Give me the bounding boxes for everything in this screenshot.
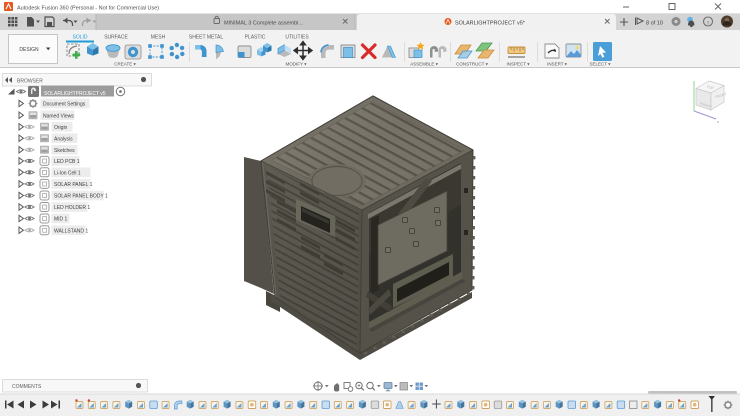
svg-text:MODIFY ▾: MODIFY ▾ <box>286 62 308 67</box>
svg-text:PLASTIC: PLASTIC <box>245 35 266 41</box>
svg-text:Document Settings: Document Settings <box>43 102 86 108</box>
svg-text:SOLAR PANEL 1: SOLAR PANEL 1 <box>54 182 93 188</box>
svg-text:LED HOLDER 1: LED HOLDER 1 <box>54 205 90 211</box>
svg-text:z: z <box>717 119 719 124</box>
svg-text:SOLARLIGHTPROJECT v5*: SOLARLIGHTPROJECT v5* <box>455 21 526 27</box>
svg-text:Autodesk Fusion 360 (Personal: Autodesk Fusion 360 (Personal - Not for … <box>17 6 159 12</box>
svg-text:LED PCB 1: LED PCB 1 <box>54 159 80 165</box>
svg-text:CREATE ▾: CREATE ▾ <box>114 62 136 67</box>
svg-text:SOLARLIGHTPROJECT v5: SOLARLIGHTPROJECT v5 <box>44 91 106 97</box>
svg-text:Li-Ion Cell 1: Li-Ion Cell 1 <box>54 171 81 177</box>
svg-text:8 of 10: 8 of 10 <box>646 21 663 27</box>
svg-text:INSERT ▾: INSERT ▾ <box>547 62 568 67</box>
svg-text:COMMENTS: COMMENTS <box>12 384 42 390</box>
svg-text:Origin: Origin <box>54 125 68 131</box>
svg-text:Analysis: Analysis <box>54 137 73 143</box>
svg-text:ASSEMBLE ▾: ASSEMBLE ▾ <box>410 62 439 67</box>
svg-text:SOLAR PANEL BODY 1: SOLAR PANEL BODY 1 <box>54 194 108 200</box>
svg-text:SURFACE: SURFACE <box>104 35 128 41</box>
svg-text:Named Views: Named Views <box>43 114 74 120</box>
svg-text:UTILITIES: UTILITIES <box>285 35 309 41</box>
svg-text:SELECT ▾: SELECT ▾ <box>590 62 612 67</box>
svg-text:MID 1: MID 1 <box>54 217 68 223</box>
svg-text:MINIMAL 3 Complete assembl...: MINIMAL 3 Complete assembl... <box>224 21 303 27</box>
svg-text:MESH: MESH <box>151 35 166 41</box>
svg-text:SOLID: SOLID <box>72 35 87 41</box>
svg-text:BROWSER: BROWSER <box>17 79 43 85</box>
svg-text:INSPECT ▾: INSPECT ▾ <box>507 62 531 67</box>
svg-text:Sketches: Sketches <box>54 148 75 154</box>
svg-text:SHEET METAL: SHEET METAL <box>189 35 223 41</box>
svg-text:WALLSTAND 1: WALLSTAND 1 <box>54 229 88 235</box>
svg-text:CONSTRUCT ▾: CONSTRUCT ▾ <box>456 62 488 67</box>
svg-text:DESIGN: DESIGN <box>19 47 39 53</box>
